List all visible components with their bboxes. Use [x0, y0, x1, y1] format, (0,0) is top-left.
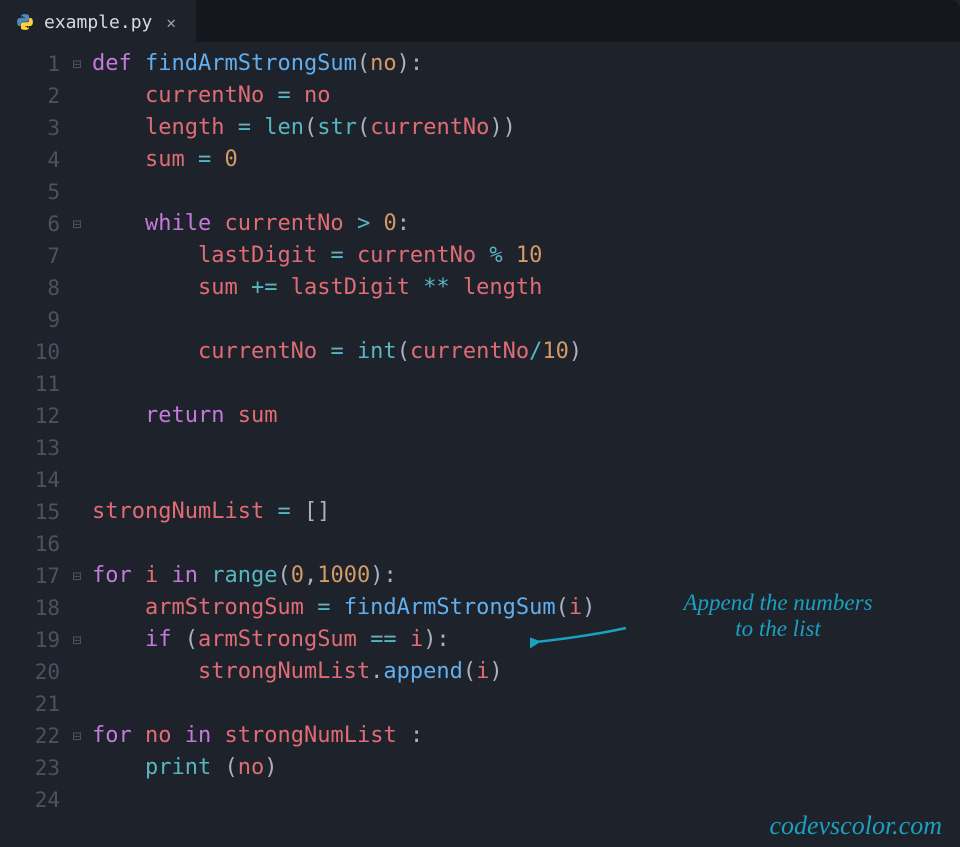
code-content[interactable]: def findArmStrongSum(no): currentNo = no…: [88, 48, 960, 847]
code-line: print (no): [88, 752, 960, 784]
code-line: length = len(str(currentNo)): [88, 112, 960, 144]
annotation-text: Append the numbers to the list: [628, 590, 928, 643]
line-number-gutter: 1234 5678 9101112 13141516 17181920 2122…: [0, 48, 66, 847]
code-line: lastDigit = currentNo % 10: [88, 240, 960, 272]
fold-toggle[interactable]: ⊟: [66, 48, 88, 80]
code-line: [88, 304, 960, 336]
annotation-arrow-icon: [530, 622, 630, 650]
code-line: currentNo = no: [88, 80, 960, 112]
code-line: currentNo = int(currentNo/10): [88, 336, 960, 368]
close-icon[interactable]: ✕: [162, 11, 180, 34]
fold-gutter: ⊟ ⊟ ⊟ ⊟ ⊟: [66, 48, 88, 847]
code-line: sum += lastDigit ** length: [88, 272, 960, 304]
code-line: [88, 432, 960, 464]
fold-toggle[interactable]: ⊟: [66, 624, 88, 656]
fold-toggle[interactable]: ⊟: [66, 208, 88, 240]
code-line: for no in strongNumList :: [88, 720, 960, 752]
code-line: [88, 528, 960, 560]
tab-example-py[interactable]: example.py ✕: [0, 0, 196, 42]
code-line: while currentNo > 0:: [88, 208, 960, 240]
code-line: return sum: [88, 400, 960, 432]
code-line: sum = 0: [88, 144, 960, 176]
fold-toggle[interactable]: ⊟: [66, 560, 88, 592]
code-line: [88, 368, 960, 400]
code-line: for i in range(0,1000):: [88, 560, 960, 592]
editor-area[interactable]: 1234 5678 9101112 13141516 17181920 2122…: [0, 42, 960, 847]
watermark-text: codevscolor.com: [769, 811, 942, 841]
python-file-icon: [16, 13, 34, 31]
code-line: strongNumList = []: [88, 496, 960, 528]
code-line: [88, 176, 960, 208]
tab-filename: example.py: [44, 12, 152, 33]
code-line: [88, 464, 960, 496]
code-line: [88, 688, 960, 720]
tab-bar: example.py ✕: [0, 0, 960, 42]
fold-toggle[interactable]: ⊟: [66, 720, 88, 752]
code-line: def findArmStrongSum(no):: [88, 48, 960, 80]
code-line: strongNumList.append(i): [88, 656, 960, 688]
editor-window: example.py ✕ 1234 5678 9101112 13141516 …: [0, 0, 960, 847]
